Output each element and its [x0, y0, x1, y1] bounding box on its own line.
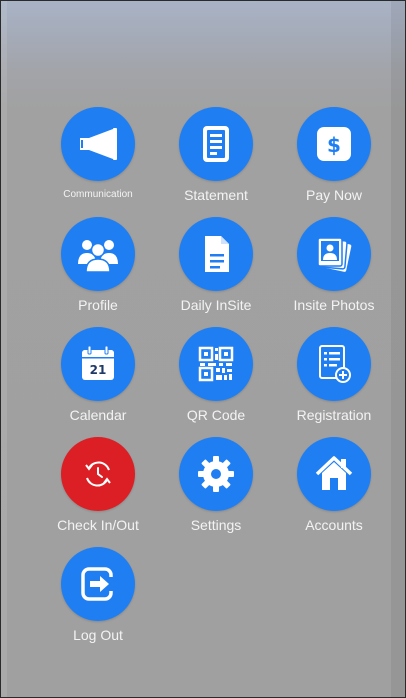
statement-icon	[203, 126, 229, 162]
photos-icon	[317, 237, 352, 272]
settings-label: Settings	[190, 517, 242, 533]
communication-label: Communication	[63, 189, 133, 200]
qr-code-circle[interactable]	[179, 327, 253, 401]
profile-circle[interactable]	[61, 217, 135, 291]
settings-button[interactable]: Settings	[157, 437, 275, 547]
daily-insite-button[interactable]: Daily InSite	[157, 217, 275, 327]
qr-code-icon	[198, 346, 234, 382]
registration-circle[interactable]	[297, 327, 371, 401]
qr-code-button[interactable]: QR Code	[157, 327, 275, 437]
calendar-button[interactable]: 21 Calendar	[39, 327, 157, 437]
menu-grid: Communication Statement $ Pay Now Profil…	[39, 107, 393, 657]
dollar-icon: $	[317, 127, 351, 161]
calendar-label: Calendar	[69, 407, 127, 423]
daily-insite-label: Daily InSite	[180, 297, 252, 313]
communication-button[interactable]: Communication	[39, 107, 157, 217]
home-icon	[315, 456, 353, 490]
statement-button[interactable]: Statement	[157, 107, 275, 217]
registration-button[interactable]: Registration	[275, 327, 393, 437]
document-icon	[205, 236, 229, 272]
log-out-circle[interactable]	[61, 547, 135, 621]
accounts-label: Accounts	[305, 517, 363, 533]
megaphone-icon	[80, 128, 117, 160]
registration-icon	[319, 345, 351, 383]
gear-icon	[198, 456, 234, 492]
check-in-out-button[interactable]: Check In/Out	[39, 437, 157, 547]
pay-now-button[interactable]: $ Pay Now	[275, 107, 393, 217]
accounts-button[interactable]: Accounts	[275, 437, 393, 547]
registration-label: Registration	[296, 407, 372, 423]
svg-text:$: $	[327, 133, 341, 157]
daily-insite-circle[interactable]	[179, 217, 253, 291]
qr-code-label: QR Code	[186, 407, 246, 423]
insite-photos-button[interactable]: Insite Photos	[275, 217, 393, 327]
log-out-label: Log Out	[73, 627, 123, 643]
communication-circle[interactable]	[61, 107, 135, 181]
log-out-button[interactable]: Log Out	[39, 547, 157, 657]
statement-circle[interactable]	[179, 107, 253, 181]
screen-edge-right	[391, 1, 405, 697]
app-screen: Communication Statement $ Pay Now Profil…	[0, 0, 406, 698]
pay-now-label: Pay Now	[305, 187, 363, 203]
calendar-day-text: 21	[90, 363, 107, 377]
insite-photos-label: Insite Photos	[293, 297, 375, 313]
insite-photos-circle[interactable]	[297, 217, 371, 291]
calendar-circle[interactable]: 21	[61, 327, 135, 401]
pay-now-circle[interactable]: $	[297, 107, 371, 181]
calendar-icon: 21	[82, 345, 114, 380]
people-icon	[78, 240, 118, 273]
accounts-circle[interactable]	[297, 437, 371, 511]
clock-arrows-icon	[85, 461, 111, 487]
check-in-out-label: Check In/Out	[57, 517, 139, 533]
statement-label: Statement	[184, 187, 248, 203]
profile-label: Profile	[78, 297, 118, 313]
check-in-out-circle[interactable]	[61, 437, 135, 511]
exit-icon	[81, 567, 115, 601]
profile-button[interactable]: Profile	[39, 217, 157, 327]
settings-circle[interactable]	[179, 437, 253, 511]
screen-edge-left	[1, 1, 7, 697]
